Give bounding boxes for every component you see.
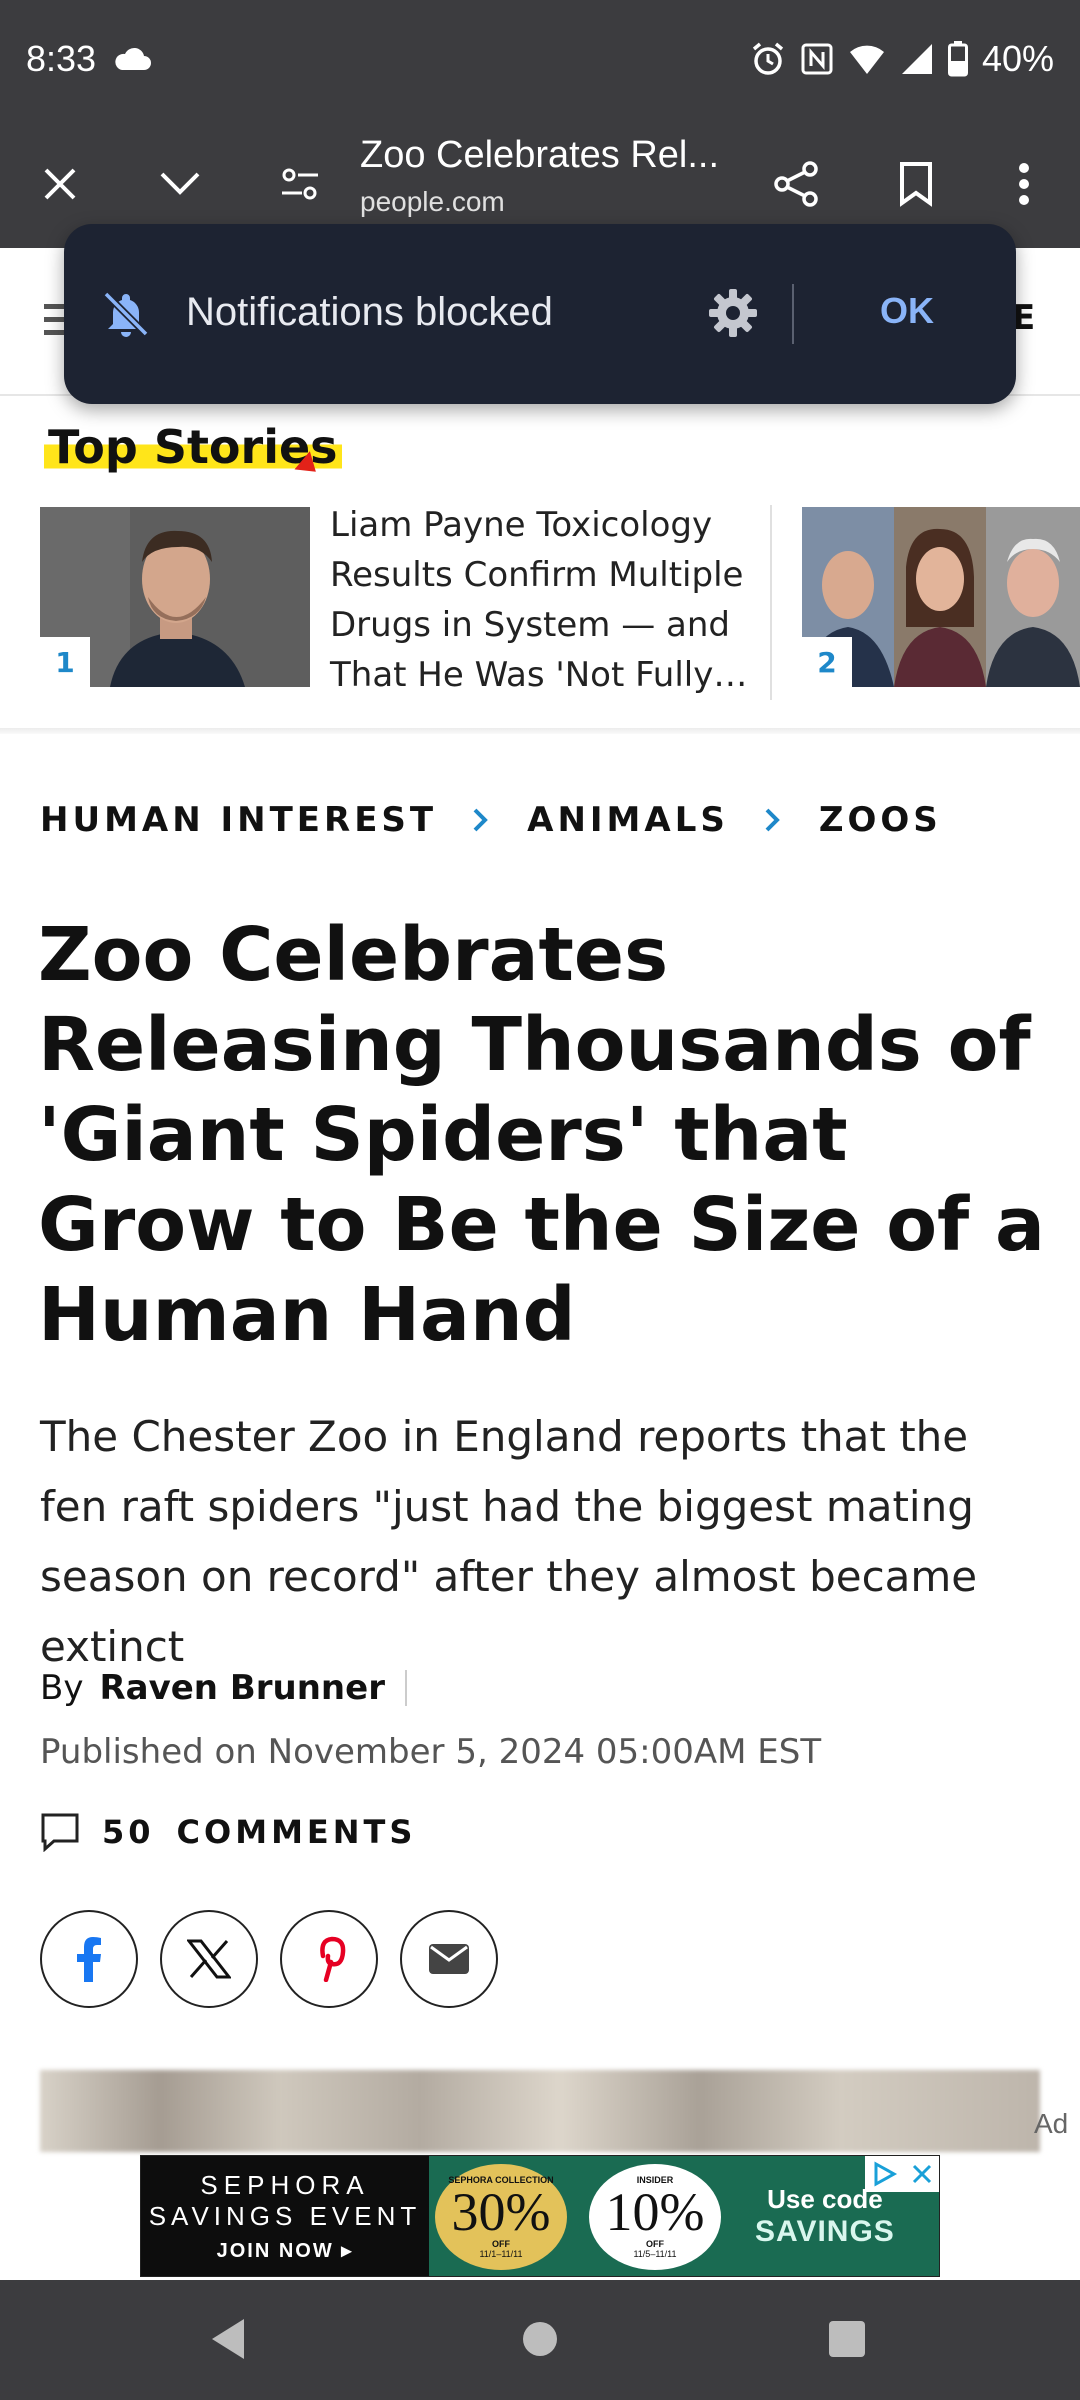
ad-offers-panel: SEPHORA COLLECTION 30% OFF 11/1–11/11 IN… bbox=[429, 2156, 939, 2276]
status-time: 8:33 bbox=[26, 38, 97, 79]
share-buttons bbox=[40, 1910, 498, 2008]
story-1-rank: 1 bbox=[40, 637, 90, 687]
byline-prefix: By bbox=[40, 1668, 84, 1708]
status-bar: 8:33 40% bbox=[0, 0, 1080, 120]
toast-message: Notifications blocked bbox=[186, 290, 553, 334]
ad-coin-10: INSIDER 10% OFF 11/5–11/11 bbox=[589, 2164, 721, 2270]
alarm-icon bbox=[752, 42, 784, 75]
facebook-icon bbox=[77, 1937, 101, 1982]
breadcrumb-human-interest[interactable]: HUMAN INTEREST bbox=[40, 800, 437, 840]
tab-title[interactable]: Zoo Celebrates Rel... bbox=[360, 134, 719, 177]
close-icon bbox=[44, 168, 76, 200]
byline: By Raven Brunner bbox=[40, 1668, 407, 1708]
pinterest-icon bbox=[320, 1936, 346, 1982]
section-separator bbox=[0, 728, 1080, 734]
x-share-button[interactable] bbox=[160, 1910, 258, 2008]
chevron-down-icon bbox=[160, 172, 200, 195]
recents-button-icon[interactable] bbox=[826, 2316, 868, 2362]
x-logo-icon bbox=[187, 1939, 231, 1979]
author-link[interactable]: Raven Brunner bbox=[99, 1668, 385, 1708]
screen: 8:33 40% Zoo Celebrates Rel... people.co… bbox=[0, 0, 1080, 2400]
ad-event: SAVINGS EVENT bbox=[148, 2200, 422, 2231]
battery-icon bbox=[947, 41, 968, 77]
top-stories-heading: Top Stories bbox=[44, 420, 342, 474]
ad-code-text: Use code SAVINGS bbox=[755, 2184, 895, 2248]
back-button-icon[interactable] bbox=[208, 2316, 248, 2362]
comments-link[interactable]: 50 COMMENTS bbox=[40, 1812, 416, 1852]
story-1-headline[interactable]: Liam Payne Toxicology Results Confirm Mu… bbox=[330, 500, 750, 700]
home-button-icon[interactable] bbox=[520, 2316, 560, 2362]
close-tab-button[interactable] bbox=[24, 148, 96, 220]
gear-icon[interactable] bbox=[706, 286, 760, 340]
article-dek: The Chester Zoo in England reports that … bbox=[40, 1412, 978, 1671]
breadcrumb-zoos[interactable]: ZOOS bbox=[819, 800, 942, 840]
tune-icon bbox=[282, 168, 318, 200]
signal-icon bbox=[901, 44, 932, 74]
email-icon bbox=[429, 1944, 469, 1974]
publish-date: Published on November 5, 2024 05:00AM ES… bbox=[40, 1732, 822, 1772]
comment-icon bbox=[41, 1813, 79, 1852]
facebook-share-button[interactable] bbox=[40, 1910, 138, 2008]
story-1-image[interactable]: 1 bbox=[40, 507, 310, 687]
bookmark-icon bbox=[900, 162, 932, 207]
ad-brand: SEPHORA bbox=[200, 2169, 370, 2200]
sephora-ad-banner[interactable]: SEPHORA SAVINGS EVENT JOIN NOW ▸ SEPHORA… bbox=[140, 2155, 940, 2277]
email-share-button[interactable] bbox=[400, 1910, 498, 2008]
notifications-blocked-toast: Notifications blocked OK bbox=[64, 224, 1016, 404]
battery-percent: 40% bbox=[981, 38, 1054, 79]
nfc-icon bbox=[801, 43, 833, 75]
comments-count: 50 bbox=[102, 1813, 155, 1851]
toast-divider bbox=[792, 284, 794, 344]
bell-off-icon bbox=[103, 291, 149, 337]
bookmark-button[interactable] bbox=[880, 148, 952, 220]
stories-divider bbox=[770, 505, 772, 700]
byline-divider bbox=[404, 1670, 407, 1706]
system-nav-bar bbox=[0, 2280, 1080, 2400]
url-text[interactable]: people.com bbox=[360, 186, 505, 218]
adchoices-icon bbox=[874, 2161, 897, 2187]
ad-choices[interactable] bbox=[865, 2156, 939, 2192]
toast-ok-button[interactable]: OK bbox=[880, 290, 934, 332]
minimize-button[interactable] bbox=[144, 148, 216, 220]
more-vert-icon bbox=[1019, 163, 1029, 205]
ad-brand-panel: SEPHORA SAVINGS EVENT JOIN NOW ▸ bbox=[141, 2156, 429, 2276]
ad-join-now: JOIN NOW ▸ bbox=[216, 2239, 354, 2262]
close-ad-icon[interactable] bbox=[911, 2163, 933, 2185]
breadcrumb-animals[interactable]: ANIMALS bbox=[527, 800, 729, 840]
chevron-right-icon bbox=[765, 808, 780, 832]
pinterest-share-button[interactable] bbox=[280, 1910, 378, 2008]
story-2-image[interactable]: 2 bbox=[802, 507, 1080, 687]
chevron-right-icon bbox=[473, 808, 488, 832]
ad-coin-30: SEPHORA COLLECTION 30% OFF 11/1–11/11 bbox=[435, 2164, 567, 2270]
site-settings-button[interactable] bbox=[264, 148, 336, 220]
comments-label: COMMENTS bbox=[176, 1813, 417, 1851]
status-icons: 40% bbox=[750, 38, 1054, 80]
hero-image[interactable] bbox=[40, 2070, 1040, 2152]
cloud-icon bbox=[115, 47, 151, 70]
article-headline: Zoo Celebrates Releasing Thousands of 'G… bbox=[38, 912, 1045, 1358]
ad-label: Ad bbox=[1034, 2108, 1069, 2139]
more-menu-button[interactable] bbox=[988, 148, 1060, 220]
share-button[interactable] bbox=[760, 148, 832, 220]
story-2-rank: 2 bbox=[802, 637, 852, 687]
wifi-icon bbox=[849, 45, 884, 74]
share-icon bbox=[774, 161, 818, 207]
breadcrumb: HUMAN INTEREST ANIMALS ZOOS bbox=[40, 800, 942, 840]
